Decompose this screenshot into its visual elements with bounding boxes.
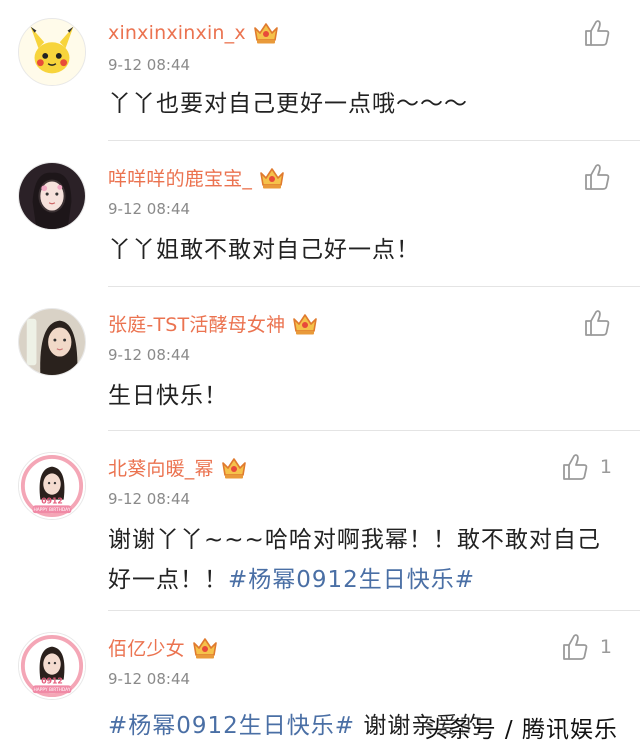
crown-icon bbox=[291, 311, 319, 337]
comment-text: 生日快乐！ bbox=[108, 383, 228, 409]
thumbs-up-icon[interactable] bbox=[560, 452, 590, 482]
avatar[interactable] bbox=[18, 308, 86, 376]
username-text[interactable]: 咩咩咩的鹿宝宝_ bbox=[108, 164, 252, 191]
thumbs-up-icon[interactable] bbox=[560, 632, 590, 662]
comment-text: 丫丫姐敢不敢对自己好一点！ bbox=[108, 237, 420, 263]
thumbs-up-icon[interactable] bbox=[582, 18, 612, 48]
like-button[interactable] bbox=[582, 162, 612, 192]
username[interactable]: 北葵向暖_幂 bbox=[108, 454, 248, 481]
crown-icon bbox=[191, 635, 219, 661]
timestamp: 9-12 08:44 bbox=[108, 490, 191, 508]
like-button[interactable]: 1 bbox=[560, 632, 612, 662]
birthday-avatar-image: 0912 HAPPY BIRTHDAY bbox=[19, 453, 85, 519]
comment-text: 丫丫也要对自己更好一点哦～～～ bbox=[108, 91, 468, 117]
woman-avatar-image bbox=[19, 309, 85, 375]
timestamp: 9-12 08:44 bbox=[108, 56, 191, 74]
username[interactable]: 张庭-TST活酵母女神 bbox=[108, 310, 319, 337]
divider bbox=[108, 430, 640, 431]
username[interactable]: 佰亿少女 bbox=[108, 634, 219, 661]
username[interactable]: 咩咩咩的鹿宝宝_ bbox=[108, 164, 286, 191]
username-text[interactable]: 北葵向暖_幂 bbox=[108, 454, 214, 481]
like-count: 1 bbox=[599, 636, 612, 658]
like-button[interactable] bbox=[582, 18, 612, 48]
divider bbox=[108, 286, 640, 287]
hashtag-link[interactable]: #杨幂0912生日快乐# bbox=[228, 567, 475, 593]
crown-icon bbox=[252, 20, 280, 46]
avatar-banner-text: HAPPY BIRTHDAY bbox=[34, 507, 71, 513]
divider bbox=[108, 140, 640, 141]
crown-icon bbox=[258, 165, 286, 191]
hashtag-link[interactable]: #杨幂0912生日快乐# bbox=[108, 713, 355, 739]
girl-avatar-image bbox=[19, 163, 85, 229]
avatar-number: 0912 bbox=[41, 676, 63, 685]
divider bbox=[108, 610, 640, 611]
username-text[interactable]: xinxinxinxin_x bbox=[108, 22, 246, 44]
timestamp: 9-12 08:44 bbox=[108, 346, 191, 364]
avatar[interactable] bbox=[18, 162, 86, 230]
avatar-banner-text: HAPPY BIRTHDAY bbox=[34, 687, 71, 693]
like-count: 1 bbox=[599, 456, 612, 478]
avatar[interactable]: 0912 HAPPY BIRTHDAY bbox=[18, 452, 86, 520]
username-text[interactable]: 张庭-TST活酵母女神 bbox=[108, 310, 285, 337]
comment-text: 谢谢丫丫~~~哈哈对啊我幂！！敢不敢对自己好一点！！#杨幂0912生日快乐# bbox=[108, 520, 613, 600]
avatar[interactable] bbox=[18, 18, 86, 86]
crown-icon bbox=[220, 455, 248, 481]
birthday-avatar-image: 0912 HAPPY BIRTHDAY bbox=[19, 633, 85, 699]
timestamp: 9-12 08:44 bbox=[108, 200, 191, 218]
avatar-number: 0912 bbox=[41, 496, 63, 505]
timestamp: 9-12 08:44 bbox=[108, 670, 191, 688]
watermark: 头条号 / 腾讯娱乐 bbox=[424, 717, 618, 743]
pikachu-avatar-image bbox=[19, 19, 85, 85]
username-text[interactable]: 佰亿少女 bbox=[108, 634, 185, 661]
like-button[interactable] bbox=[582, 308, 612, 338]
like-button[interactable]: 1 bbox=[560, 452, 612, 482]
thumbs-up-icon[interactable] bbox=[582, 162, 612, 192]
avatar[interactable]: 0912 HAPPY BIRTHDAY bbox=[18, 632, 86, 700]
thumbs-up-icon[interactable] bbox=[582, 308, 612, 338]
username[interactable]: xinxinxinxin_x bbox=[108, 20, 280, 46]
